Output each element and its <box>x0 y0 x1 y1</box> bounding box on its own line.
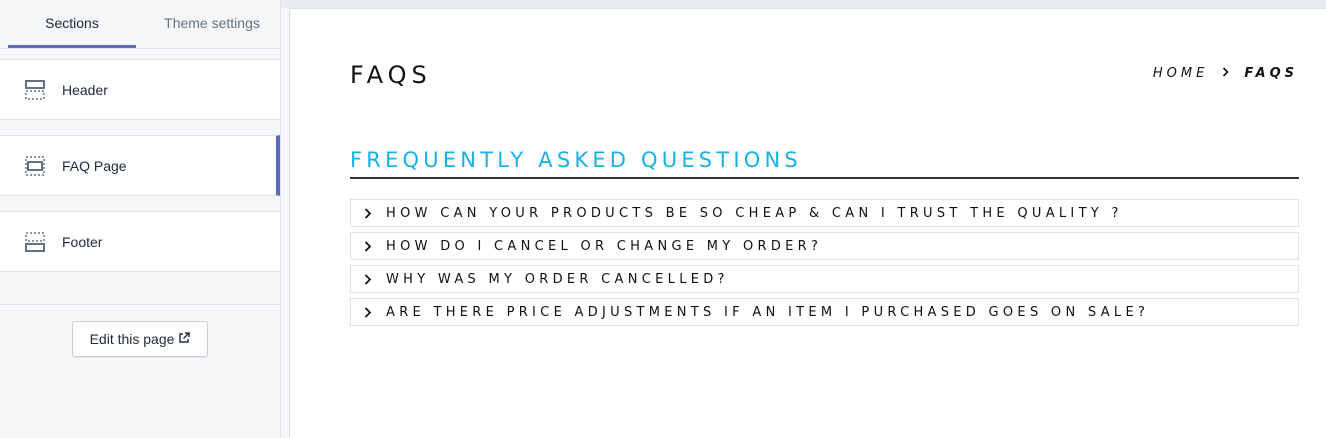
faq-question-text: ARE THERE PRICE ADJUSTMENTS IF AN ITEM I… <box>386 304 1150 320</box>
breadcrumb-current: FAQS <box>1244 66 1298 81</box>
faq-question[interactable]: HOW DO I CANCEL OR CHANGE MY ORDER? <box>350 232 1299 260</box>
chevron-right-icon <box>364 306 374 318</box>
section-item-footer[interactable]: Footer <box>0 211 280 272</box>
section-item-label: Header <box>62 81 108 98</box>
breadcrumb: HOME FAQS <box>1153 66 1298 81</box>
page-title: FAQS <box>350 61 432 89</box>
faq-question[interactable]: HOW CAN YOUR PRODUCTS BE SO CHEAP & CAN … <box>350 199 1299 227</box>
chevron-right-icon <box>364 240 374 252</box>
header-layout-icon <box>25 79 45 100</box>
tab-sections[interactable]: Sections <box>8 0 136 48</box>
section-item-faq-page[interactable]: FAQ Page <box>0 135 280 196</box>
store-preview: FAQS HOME FAQS FREQUENTLY ASKED QUESTION… <box>289 8 1326 438</box>
section-item-label: FAQ Page <box>62 157 127 174</box>
chevron-right-icon <box>364 207 374 219</box>
faq-question-text: HOW CAN YOUR PRODUCTS BE SO CHEAP & CAN … <box>386 205 1123 221</box>
faq-question-text: HOW DO I CANCEL OR CHANGE MY ORDER? <box>386 238 823 254</box>
tab-theme-settings[interactable]: Theme settings <box>144 0 280 48</box>
breadcrumb-home-link[interactable]: HOME <box>1153 66 1208 81</box>
external-link-icon <box>178 331 191 347</box>
section-item-label: Footer <box>62 233 103 250</box>
faq-heading: FREQUENTLY ASKED QUESTIONS <box>350 148 1299 179</box>
section-layout-icon <box>25 155 45 176</box>
preview-frame-edge <box>281 0 1326 8</box>
sidebar: Sections Theme settings Header FAQ Page … <box>0 0 281 438</box>
chevron-right-icon <box>1222 66 1230 81</box>
faq-question[interactable]: ARE THERE PRICE ADJUSTMENTS IF AN ITEM I… <box>350 298 1299 326</box>
sidebar-tabs: Sections Theme settings <box>0 0 280 49</box>
chevron-right-icon <box>364 273 374 285</box>
divider <box>0 304 280 305</box>
edit-page-label: Edit this page <box>89 331 175 347</box>
faq-question[interactable]: WHY WAS MY ORDER CANCELLED? <box>350 265 1299 293</box>
faq-question-text: WHY WAS MY ORDER CANCELLED? <box>386 271 729 287</box>
edit-page-button[interactable]: Edit this page <box>72 321 208 357</box>
section-item-header[interactable]: Header <box>0 59 280 120</box>
footer-layout-icon <box>25 231 45 252</box>
